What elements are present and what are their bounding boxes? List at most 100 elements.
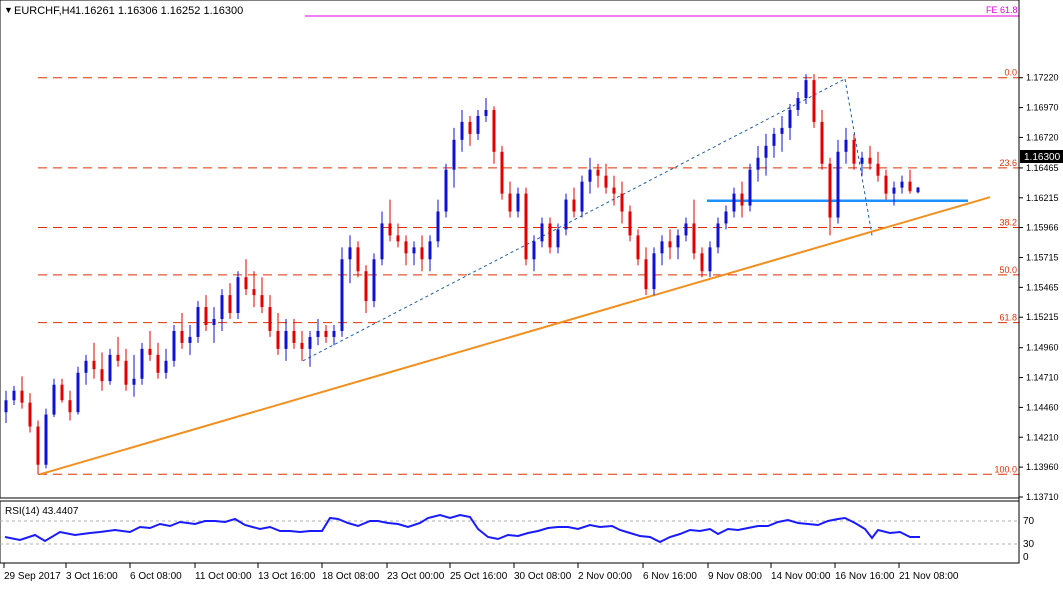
time-tick-label: 2 Nov 00:00 — [578, 571, 632, 582]
candle-body — [876, 163, 880, 176]
time-tick-label: 25 Oct 16:00 — [450, 571, 508, 582]
candle-body — [628, 211, 632, 236]
candle-body — [84, 360, 88, 373]
candle-body — [428, 241, 432, 260]
fib-level-label: 38.2 — [999, 218, 1017, 228]
candle-body — [820, 121, 824, 164]
candle-body — [572, 199, 576, 212]
fib-level-label: 100.0 — [994, 464, 1017, 474]
candle-body — [740, 193, 744, 206]
candle-body — [44, 414, 48, 465]
time-tick-label: 21 Nov 08:00 — [899, 571, 959, 582]
price-tick-label: 1.17220 — [1026, 73, 1059, 83]
time-tick-label: 11 Oct 00:00 — [195, 571, 252, 582]
ohlc-values: 1.16261 1.16306 1.16252 1.16300 — [75, 5, 243, 17]
price-tick-label: 1.13960 — [1026, 462, 1059, 472]
symbol-label: EURCHF,H4 — [14, 5, 76, 17]
candle-body — [172, 330, 176, 361]
candle-body — [516, 193, 520, 212]
candle-body — [12, 390, 16, 401]
candle-body — [668, 241, 672, 248]
candle-body — [364, 271, 368, 302]
candle-body — [844, 139, 848, 152]
time-tick-label: 14 Nov 00:00 — [771, 571, 831, 582]
candle-body — [772, 133, 776, 146]
rsi-tick-30: 30 — [1023, 539, 1035, 550]
candle-body — [228, 295, 232, 314]
candle-body — [212, 319, 216, 325]
price-tick-label: 1.14460 — [1026, 402, 1059, 412]
candle-body — [356, 247, 360, 272]
price-chart[interactable]: ▼ EURCHF,H4 1.16261 1.16306 1.16252 1.16… — [0, 0, 1063, 585]
candle-body — [884, 175, 888, 194]
candle-body — [636, 235, 640, 260]
candle-body — [372, 259, 376, 302]
candle-body — [116, 354, 120, 361]
candle-body — [892, 187, 896, 194]
candle-body — [652, 253, 656, 290]
candle-body — [700, 253, 704, 272]
candle-body — [156, 354, 160, 373]
header-arrow-icon[interactable]: ▼ — [4, 5, 13, 15]
candle-body — [276, 330, 280, 349]
price-tick-label: 1.13710 — [1026, 492, 1059, 502]
candle-body — [452, 139, 456, 170]
time-tick-label: 16 Nov 16:00 — [835, 571, 895, 582]
candle-body — [564, 199, 568, 230]
candle-body — [52, 384, 56, 415]
candle-body — [916, 187, 920, 193]
candle-body — [812, 80, 816, 122]
candle-body — [860, 157, 864, 164]
candle-body — [684, 223, 688, 236]
candle-body — [444, 169, 448, 212]
candle-body — [244, 277, 248, 290]
time-tick-label: 29 Sep 2017 — [4, 571, 61, 582]
price-tick-label: 1.15215 — [1026, 312, 1059, 322]
candle-body — [500, 151, 504, 194]
candle-body — [604, 175, 608, 188]
candle-body — [692, 223, 696, 254]
candle-body — [188, 336, 192, 343]
candle-body — [236, 277, 240, 314]
price-tick-label: 1.16720 — [1026, 132, 1059, 142]
candle-body — [108, 354, 112, 382]
price-tick-label: 1.14710 — [1026, 373, 1059, 383]
candle-body — [324, 330, 328, 337]
candle-body — [532, 241, 536, 260]
rsi-label: RSI(14) 43.4407 — [5, 506, 79, 517]
candle-body — [660, 241, 664, 254]
candle-body — [620, 193, 624, 212]
candle-body — [588, 169, 592, 182]
candle-body — [900, 181, 904, 188]
candle-body — [60, 384, 64, 401]
candle-body — [556, 229, 560, 248]
candle-body — [644, 259, 648, 290]
candle-body — [380, 223, 384, 260]
candle-body — [4, 400, 8, 413]
fib-level-label: 23.6 — [999, 158, 1017, 168]
candle-body — [220, 295, 224, 320]
candle-body — [164, 360, 168, 373]
candle-body — [540, 223, 544, 242]
candle-body — [484, 109, 488, 116]
candle-body — [284, 330, 288, 349]
candle-body — [28, 402, 32, 427]
candle-body — [196, 307, 200, 337]
time-tick-label: 30 Oct 08:00 — [514, 571, 572, 582]
price-tick-label: 1.15715 — [1026, 253, 1059, 263]
candle-body — [764, 145, 768, 158]
candle-body — [796, 98, 800, 110]
time-tick-label: 18 Oct 08:00 — [322, 571, 380, 582]
candle-body — [868, 157, 872, 164]
candle-body — [676, 235, 680, 248]
candle-body — [508, 193, 512, 212]
price-tick-label: 1.14210 — [1026, 432, 1059, 442]
candle-body — [36, 426, 40, 465]
price-tick-label: 1.16465 — [1026, 163, 1059, 173]
rsi-tick-0: 0 — [1023, 552, 1029, 563]
candle-body — [420, 247, 424, 260]
candle-body — [332, 330, 336, 337]
time-axis: 29 Sep 2017 3 Oct 16:00 6 Oct 08:00 11 Oct … — [3, 563, 959, 582]
fib-level-label: 50.0 — [999, 265, 1017, 275]
candle-body — [268, 307, 272, 331]
